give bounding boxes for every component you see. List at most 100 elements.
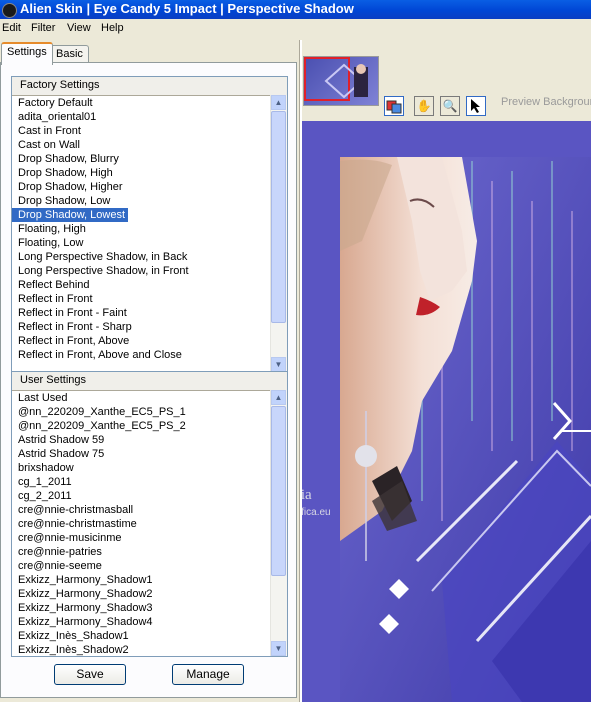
list-item-label: Factory Default bbox=[18, 97, 93, 109]
list-item-label: Reflect in Front - Sharp bbox=[18, 321, 132, 333]
list-item[interactable]: Reflect Behind bbox=[12, 278, 287, 292]
list-item-label: Long Perspective Shadow, in Back bbox=[18, 251, 188, 263]
manage-button[interactable]: Manage bbox=[172, 664, 244, 685]
list-item[interactable]: Reflect in Front bbox=[12, 292, 287, 306]
list-item[interactable]: Long Perspective Shadow, in Back bbox=[12, 250, 287, 264]
watermark-url: www.maidiregrafica.eu bbox=[302, 507, 331, 518]
list-item[interactable]: Long Perspective Shadow, in Front bbox=[12, 264, 287, 278]
list-item[interactable]: brixshadow bbox=[12, 461, 287, 475]
list-item[interactable]: Reflect in Front, Above and Close bbox=[12, 348, 287, 362]
list-item[interactable]: Exkizz_Inès_Shadow2 bbox=[12, 643, 287, 656]
list-item[interactable]: Exkizz_Harmony_Shadow4 bbox=[12, 615, 287, 629]
list-item-label: cre@nnie-seeme bbox=[18, 560, 102, 572]
list-item[interactable]: Astrid Shadow 75 bbox=[12, 447, 287, 461]
list-item-label: cre@nnie-christmastime bbox=[18, 518, 137, 530]
list-item[interactable]: cre@nnie-christmasball bbox=[12, 503, 287, 517]
list-item[interactable]: Cast on Wall bbox=[12, 138, 287, 152]
list-item[interactable]: Last Used bbox=[12, 391, 287, 405]
tab-settings[interactable]: Settings bbox=[1, 42, 53, 65]
list-item-label: Long Perspective Shadow, in Front bbox=[18, 265, 189, 277]
preview-toggle-icon[interactable] bbox=[384, 96, 404, 116]
scroll-up-icon[interactable]: ▲ bbox=[271, 390, 286, 405]
list-item[interactable]: Floating, Low bbox=[12, 236, 287, 250]
list-item[interactable]: Cast in Front bbox=[12, 124, 287, 138]
menu-bar: Edit Filter View Help bbox=[0, 20, 591, 39]
user-settings-list[interactable]: User Settings Last Used @nn_220209_Xanthe… bbox=[11, 371, 288, 657]
list-item[interactable]: Exkizz_Inès_Shadow1 bbox=[12, 629, 287, 643]
list-item[interactable]: Exkizz_Harmony_Shadow3 bbox=[12, 601, 287, 615]
arrow-pointer-icon[interactable] bbox=[466, 96, 486, 116]
list-item[interactable]: @nn_220209_Xanthe_EC5_PS_1 bbox=[12, 405, 287, 419]
list-item[interactable]: Reflect in Front - Sharp bbox=[12, 320, 287, 334]
list-item-label: Drop Shadow, Blurry bbox=[18, 153, 119, 165]
scroll-up-icon[interactable]: ▲ bbox=[271, 95, 286, 110]
list-item[interactable]: Drop Shadow, High bbox=[12, 166, 287, 180]
factory-settings-list[interactable]: Factory Settings Factory Default adita_or… bbox=[11, 76, 288, 373]
list-item-label: Exkizz_Inès_Shadow1 bbox=[18, 630, 129, 642]
list-item-label: Exkizz_Harmony_Shadow3 bbox=[18, 602, 153, 614]
list-item[interactable]: Exkizz_Harmony_Shadow1 bbox=[12, 573, 287, 587]
factory-settings-header: Factory Settings bbox=[12, 77, 287, 96]
list-item-label: cg_1_2011 bbox=[18, 476, 72, 488]
scroll-thumb[interactable] bbox=[271, 406, 286, 576]
list-item-label: @nn_220209_Xanthe_EC5_PS_2 bbox=[18, 420, 186, 432]
list-item[interactable]: Drop Shadow, Higher bbox=[12, 180, 287, 194]
list-item[interactable]: cre@nnie-seeme bbox=[12, 559, 287, 573]
list-item-label: Reflect Behind bbox=[18, 279, 90, 291]
list-item[interactable]: adita_oriental01 bbox=[12, 110, 287, 124]
list-item[interactable]: cre@nnie-patries bbox=[12, 545, 287, 559]
thumbnail-image bbox=[324, 63, 368, 99]
list-item[interactable]: Floating, High bbox=[12, 222, 287, 236]
scroll-down-icon[interactable]: ▼ bbox=[271, 641, 286, 656]
list-item[interactable]: @nn_220209_Xanthe_EC5_PS_2 bbox=[12, 419, 287, 433]
list-item[interactable]: Drop Shadow, Low bbox=[12, 194, 287, 208]
list-item-label: Drop Shadow, Lowest bbox=[12, 208, 129, 222]
list-item[interactable]: cg_2_2011 bbox=[12, 489, 287, 503]
navigator-thumbnail[interactable] bbox=[303, 56, 379, 106]
list-item-label: Floating, High bbox=[18, 223, 86, 235]
user-settings-header: User Settings bbox=[12, 372, 287, 391]
user-scrollbar[interactable]: ▲ ▼ bbox=[270, 390, 287, 656]
factory-scrollbar[interactable]: ▲ ▼ bbox=[270, 95, 287, 372]
menu-view[interactable]: View bbox=[67, 22, 91, 34]
list-item-label: Reflect in Front - Faint bbox=[18, 307, 127, 319]
preview-background-label[interactable]: Preview Background bbox=[501, 96, 591, 108]
list-item-label: Reflect in Front, Above and Close bbox=[18, 349, 182, 361]
list-item[interactable]: Factory Default bbox=[12, 96, 287, 110]
window-title: Alien Skin | Eye Candy 5 Impact | Perspe… bbox=[20, 1, 354, 16]
list-item-label: Exkizz_Harmony_Shadow4 bbox=[18, 616, 153, 628]
list-item[interactable]: cg_1_2011 bbox=[12, 475, 287, 489]
tab-basic[interactable]: Basic bbox=[50, 45, 89, 63]
list-item-label: Exkizz_Harmony_Shadow2 bbox=[18, 588, 153, 600]
list-item-label: Exkizz_Harmony_Shadow1 bbox=[18, 574, 153, 586]
list-item[interactable]: Reflect in Front, Above bbox=[12, 334, 287, 348]
scroll-down-icon[interactable]: ▼ bbox=[271, 357, 286, 372]
list-item-label: Last Used bbox=[18, 392, 68, 404]
list-item-label: Drop Shadow, High bbox=[18, 167, 113, 179]
list-item[interactable]: cre@nnie-musicinme bbox=[12, 531, 287, 545]
list-item[interactable]: Astrid Shadow 59 bbox=[12, 433, 287, 447]
app-icon bbox=[2, 3, 17, 18]
user-items: Last Used @nn_220209_Xanthe_EC5_PS_1 @nn_2… bbox=[12, 391, 287, 656]
preview-canvas[interactable]: Pinuccia www.maidiregrafica.eu bbox=[302, 121, 591, 702]
list-item-label: cg_2_2011 bbox=[18, 490, 72, 502]
list-item[interactable]: cre@nnie-christmastime bbox=[12, 517, 287, 531]
list-item[interactable]: Exkizz_Harmony_Shadow2 bbox=[12, 587, 287, 601]
zoom-icon[interactable]: 🔍 bbox=[440, 96, 460, 116]
settings-tabs: Settings Basic bbox=[0, 42, 300, 65]
menu-filter[interactable]: Filter bbox=[31, 22, 55, 34]
list-item[interactable]: Drop Shadow, Lowest bbox=[12, 208, 287, 222]
menu-help[interactable]: Help bbox=[101, 22, 124, 34]
list-item-label: @nn_220209_Xanthe_EC5_PS_1 bbox=[18, 406, 186, 418]
list-item[interactable]: Reflect in Front - Faint bbox=[12, 306, 287, 320]
scroll-thumb[interactable] bbox=[271, 111, 286, 323]
hand-icon[interactable]: ✋ bbox=[414, 96, 434, 116]
save-button[interactable]: Save bbox=[54, 664, 126, 685]
list-item-label: Exkizz_Inès_Shadow2 bbox=[18, 644, 129, 656]
settings-panel: Factory Settings Factory Default adita_or… bbox=[0, 62, 297, 698]
list-item-label: Reflect in Front bbox=[18, 293, 93, 305]
menu-edit[interactable]: Edit bbox=[2, 22, 21, 34]
list-item-label: brixshadow bbox=[18, 462, 74, 474]
list-item[interactable]: Drop Shadow, Blurry bbox=[12, 152, 287, 166]
list-item-label: adita_oriental01 bbox=[18, 111, 97, 123]
